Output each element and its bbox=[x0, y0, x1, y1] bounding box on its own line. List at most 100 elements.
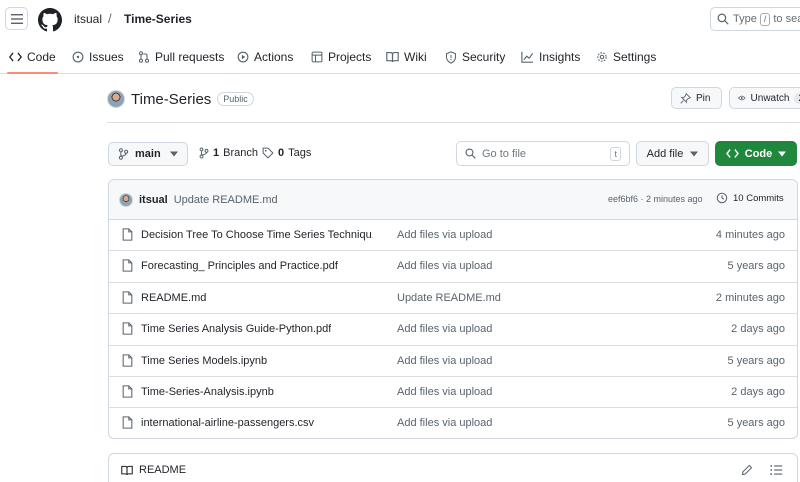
branch-select[interactable]: main bbox=[108, 142, 188, 166]
file-commit-message[interactable]: Add files via upload bbox=[397, 229, 492, 241]
tab-settings[interactable]: Settings bbox=[596, 49, 656, 65]
file-updated-time: 2 days ago bbox=[731, 323, 785, 336]
tab-code[interactable]: Code bbox=[7, 49, 58, 74]
pin-icon bbox=[680, 92, 691, 104]
book-icon bbox=[386, 51, 399, 62]
tab-label: Issues bbox=[89, 50, 124, 64]
pin-button[interactable]: Pin bbox=[671, 87, 722, 109]
file-name[interactable]: Time-Series-Analysis.ipynb bbox=[141, 386, 274, 398]
issue-icon bbox=[72, 51, 84, 63]
global-search-input[interactable]: Type / to sea bbox=[710, 7, 800, 31]
visibility-badge: Public bbox=[217, 92, 254, 106]
breadcrumb-repo[interactable]: Time-Series bbox=[124, 12, 192, 26]
book-icon bbox=[121, 465, 133, 475]
file-row[interactable]: Time Series Models.ipynb Add files via up… bbox=[109, 346, 797, 377]
tab-insights[interactable]: Insights bbox=[521, 49, 580, 65]
search-icon bbox=[465, 148, 476, 159]
caret-down-icon bbox=[690, 151, 699, 156]
file-commit-message[interactable]: Add files via upload bbox=[397, 260, 492, 272]
pencil-icon[interactable] bbox=[741, 464, 753, 476]
commit-author-avatar[interactable] bbox=[119, 193, 133, 207]
file-updated-time: 5 years ago bbox=[727, 354, 785, 367]
search-label: Type bbox=[733, 13, 757, 25]
owner-avatar[interactable] bbox=[107, 90, 125, 108]
code-button[interactable]: Code bbox=[715, 141, 797, 166]
file-name[interactable]: README.md bbox=[141, 292, 206, 304]
file-commit-message[interactable]: Add files via upload bbox=[397, 386, 492, 398]
file-updated-time: 5 years ago bbox=[727, 260, 785, 273]
branch-name: main bbox=[135, 148, 161, 160]
eye-icon bbox=[738, 95, 746, 101]
tab-wiki[interactable]: Wiki bbox=[386, 49, 427, 65]
file-row[interactable]: Time-Series-Analysis.ipynb Add files via … bbox=[109, 377, 797, 409]
readme-title: README bbox=[139, 464, 187, 476]
file-updated-time: 2 days ago bbox=[731, 386, 785, 398]
tab-label: Projects bbox=[328, 50, 372, 64]
file-name[interactable]: Forecasting_ Principles and Practice.pdf bbox=[141, 260, 338, 272]
tags-link[interactable]: 0 Tags bbox=[262, 147, 311, 159]
file-row[interactable]: Time Series Analysis Guide-Python.pdf Add… bbox=[109, 314, 797, 346]
tags-count: 0 bbox=[278, 147, 285, 159]
file-list: itsual Update README.md eef6bf6 · 2 minu… bbox=[108, 179, 798, 439]
repo-header-divider bbox=[107, 122, 800, 123]
latest-commit-info: itsual Update README.md bbox=[119, 193, 278, 207]
file-commit-message[interactable]: Add files via upload bbox=[397, 323, 492, 335]
repo-nav-tabs: Code Issues Pull requests Actions Projec… bbox=[0, 40, 800, 74]
search-suffix: to sea bbox=[773, 13, 800, 25]
breadcrumb-owner[interactable]: itsual bbox=[74, 12, 102, 26]
file-icon bbox=[122, 291, 133, 304]
branches-label: Branch bbox=[223, 147, 258, 159]
go-to-file-shortcut: t bbox=[610, 146, 621, 161]
play-icon bbox=[237, 51, 249, 63]
readme-header: README bbox=[121, 464, 186, 476]
commit-hash-time[interactable]: eef6bf6 · 2 minutes ago bbox=[608, 194, 703, 204]
list-icon[interactable] bbox=[770, 464, 783, 476]
tab-projects[interactable]: Projects bbox=[311, 49, 371, 65]
file-name[interactable]: international-airline-passengers.csv bbox=[141, 417, 314, 429]
branches-link[interactable]: 1 Branch bbox=[199, 147, 258, 159]
repo-header: Time-Series Public bbox=[107, 86, 254, 112]
go-to-file-input[interactable]: Go to file t bbox=[456, 141, 630, 166]
tab-issues[interactable]: Issues bbox=[72, 49, 124, 65]
unwatch-label: Unwatch bbox=[750, 92, 790, 104]
table-icon bbox=[311, 51, 323, 63]
repo-title[interactable]: Time-Series bbox=[131, 91, 211, 108]
file-commit-message[interactable]: Add files via upload bbox=[397, 417, 492, 429]
file-commit-message[interactable]: Add files via upload bbox=[397, 355, 492, 367]
file-commit-message[interactable]: Update README.md bbox=[397, 292, 501, 304]
file-row[interactable]: Decision Tree To Choose Time Series Tech… bbox=[109, 220, 797, 252]
unwatch-button[interactable]: Unwatch 2 bbox=[729, 87, 800, 109]
search-icon bbox=[717, 13, 729, 25]
file-row[interactable]: international-airline-passengers.csv Add … bbox=[109, 408, 797, 438]
file-updated-time: 4 minutes ago bbox=[715, 229, 785, 241]
pin-label: Pin bbox=[696, 92, 711, 104]
file-updated-time: 2 minutes ago bbox=[715, 291, 785, 304]
file-name[interactable]: Decision Tree To Choose Time Series Tech… bbox=[141, 229, 373, 241]
tab-pull-requests[interactable]: Pull requests bbox=[138, 49, 224, 65]
breadcrumb-separator: / bbox=[108, 11, 112, 26]
file-row[interactable]: README.md Update README.md 2 minutes ago bbox=[109, 283, 797, 315]
commit-author[interactable]: itsual bbox=[139, 194, 168, 206]
top-bar: itsual / Time-Series Type / to sea bbox=[0, 0, 800, 40]
file-icon bbox=[122, 322, 133, 335]
tab-actions[interactable]: Actions bbox=[237, 49, 293, 65]
file-row[interactable]: Forecasting_ Principles and Practice.pdf… bbox=[109, 251, 797, 283]
pull-request-icon bbox=[138, 51, 150, 63]
code-icon bbox=[725, 149, 739, 158]
go-to-file-placeholder: Go to file bbox=[482, 147, 527, 160]
commits-count: 10 Commits bbox=[733, 192, 784, 204]
search-shortcut-key: / bbox=[759, 12, 771, 26]
commits-history-link[interactable]: 10 Commits bbox=[716, 192, 784, 204]
file-name[interactable]: Time Series Analysis Guide-Python.pdf bbox=[141, 323, 331, 335]
tab-security[interactable]: Security bbox=[445, 49, 505, 65]
latest-commit-bar: itsual Update README.md eef6bf6 · 2 minu… bbox=[109, 180, 797, 220]
file-icon bbox=[122, 416, 133, 430]
graph-icon bbox=[521, 51, 534, 63]
file-name[interactable]: Time Series Models.ipynb bbox=[141, 355, 267, 367]
add-file-button[interactable]: Add file bbox=[636, 141, 709, 166]
file-icon bbox=[122, 385, 133, 398]
commit-message[interactable]: Update README.md bbox=[174, 194, 278, 206]
github-logo-icon[interactable] bbox=[38, 8, 62, 32]
menu-button[interactable] bbox=[5, 7, 28, 30]
shield-icon bbox=[445, 50, 457, 64]
